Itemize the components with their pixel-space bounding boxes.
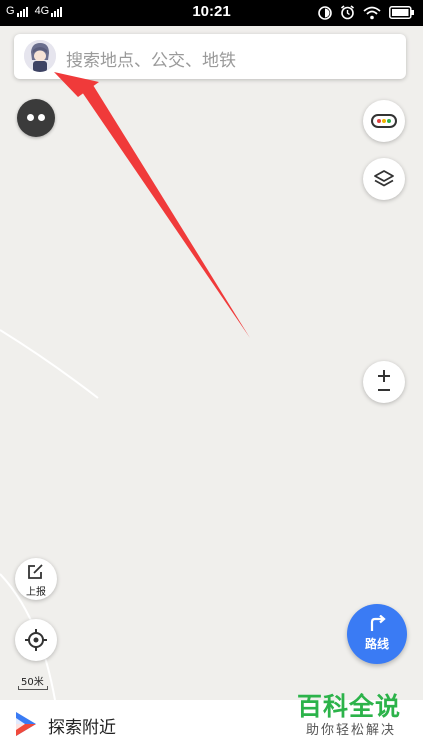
edit-icon (28, 564, 43, 579)
traffic-light-icon (371, 114, 397, 128)
watermark-subtitle: 助你轻松解决 (306, 723, 397, 738)
map-scale: 50米 (18, 672, 48, 692)
turn-right-icon (370, 615, 386, 631)
map-roads (0, 35, 181, 700)
eye-right-icon (38, 114, 45, 121)
route-label: 路线 (364, 637, 389, 651)
wifi-icon (363, 6, 381, 19)
report-button[interactable]: 上报 (15, 558, 57, 600)
zoom-control[interactable] (363, 361, 405, 403)
locate-icon (25, 629, 47, 651)
locate-button[interactable] (15, 619, 57, 661)
layers-icon (374, 170, 394, 187)
traffic-toggle-button[interactable] (363, 100, 405, 142)
explore-logo-icon (16, 712, 36, 736)
route-button[interactable]: 路线 (347, 604, 407, 664)
explore-nearby-label[interactable]: 探索附近 (48, 713, 116, 738)
avatar-icon (24, 40, 56, 72)
map-canvas[interactable] (0, 26, 423, 700)
user-avatar[interactable] (24, 40, 56, 72)
avatar-eyes-button[interactable] (17, 99, 55, 137)
layers-button[interactable] (363, 158, 405, 200)
status-right (318, 5, 415, 20)
watermark-title: 百科全说 (297, 692, 402, 721)
eye-left-icon (27, 114, 34, 121)
battery-icon (389, 6, 414, 19)
search-bar[interactable]: 搜索地点、公交、地铁 (14, 34, 406, 79)
alarm-icon (341, 5, 354, 20)
scale-bar (18, 686, 48, 690)
do-not-disturb-icon (318, 5, 332, 20)
status-bar: G 4G 10:21 (0, 0, 423, 26)
report-label: 上报 (26, 587, 46, 598)
zoom-icons (378, 370, 390, 391)
search-input[interactable]: 搜索地点、公交、地铁 (66, 46, 236, 71)
